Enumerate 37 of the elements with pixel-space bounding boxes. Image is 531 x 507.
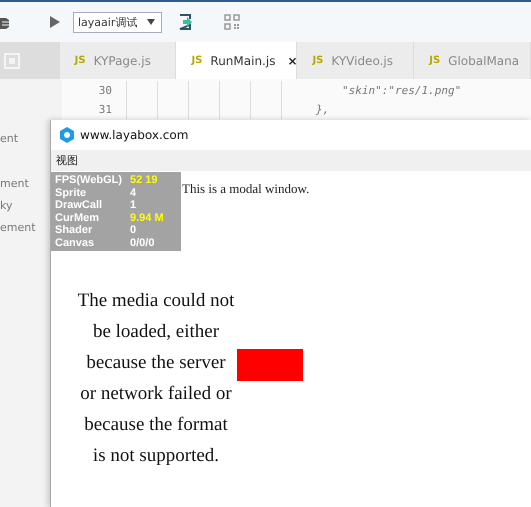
file-type-label: JS xyxy=(429,55,440,66)
sidebar-item[interactable]: ent xyxy=(0,132,18,144)
sidebar-item[interactable]: ment xyxy=(0,176,29,190)
qr-code-icon[interactable] xyxy=(224,14,240,30)
file-tab[interactable]: JS RunMain.js × xyxy=(176,42,298,79)
close-icon[interactable]: × xyxy=(287,54,298,68)
config-select[interactable]: layaair调试 xyxy=(73,12,162,32)
stat-value: 0 xyxy=(130,224,136,236)
file-type-label: JS xyxy=(312,55,324,66)
sidebar-item[interactable]: ement xyxy=(0,220,36,234)
export-icon[interactable] xyxy=(178,14,194,30)
stat-value: 9.94 M xyxy=(130,212,164,224)
stat-value: 0/0/0 xyxy=(130,236,154,249)
error-message: The media could not be loaded, either because the server or network failed or because the format is not supported. xyxy=(77,289,235,468)
stat-label: Canvas xyxy=(55,236,96,249)
stat-label: Sprite xyxy=(55,186,88,199)
stat-label: FPS(WebGL) xyxy=(55,174,124,186)
line-number: 30 xyxy=(98,84,112,97)
file-type-label: JS xyxy=(191,55,202,66)
file-type-label: JS xyxy=(74,55,86,66)
stat-value: 52 19 xyxy=(130,174,158,186)
stat-label: CurMem xyxy=(55,212,100,224)
code-text: }, xyxy=(316,103,330,116)
menu-item[interactable]: 视图 xyxy=(56,153,78,168)
stat-value: 4 xyxy=(130,186,136,199)
window-title: www.layabox.com xyxy=(80,128,188,142)
stat-label: DrawCall xyxy=(55,199,104,212)
caret-icon xyxy=(147,19,155,25)
line-number: 31 xyxy=(98,103,112,116)
stat-label: Shader xyxy=(55,224,94,236)
play-icon[interactable] xyxy=(49,15,61,29)
app-icon xyxy=(60,127,74,143)
overlay-block xyxy=(237,349,303,381)
sidebar-item[interactable]: ky xyxy=(0,198,12,212)
stat-value: 1 xyxy=(130,199,136,212)
code-text: "skin":"res/1.png" xyxy=(342,84,462,97)
modal-note: This is a modal window. xyxy=(182,181,310,197)
